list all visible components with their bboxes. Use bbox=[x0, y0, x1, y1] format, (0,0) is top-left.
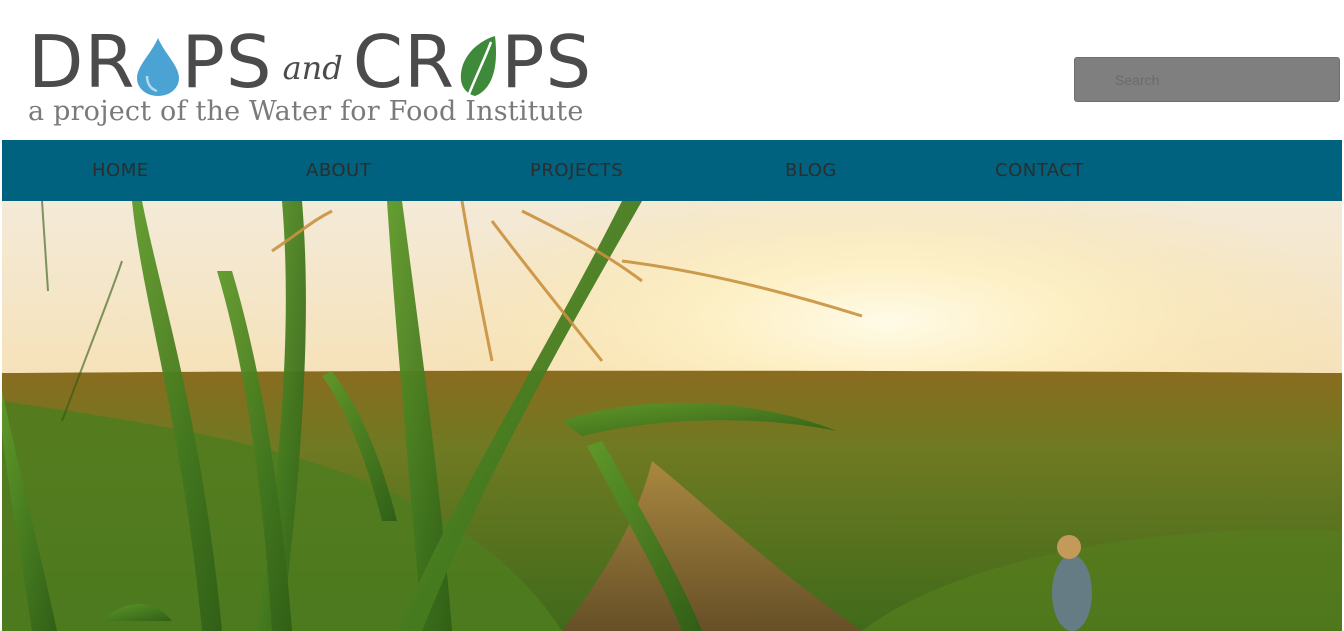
leaf-icon bbox=[460, 36, 497, 96]
nav-item-blog[interactable]: BLOG bbox=[785, 140, 837, 201]
main-nav: HOME ABOUT PROJECTS BLOG CONTACT bbox=[2, 140, 1342, 201]
logo-word-crops-start: CR bbox=[352, 20, 456, 104]
search-box bbox=[1074, 57, 1340, 102]
site-logo[interactable]: DR PS and CR PS a project of the Water f… bbox=[28, 18, 591, 133]
nav-item-contact[interactable]: CONTACT bbox=[995, 140, 1084, 201]
nav-item-home[interactable]: HOME bbox=[92, 140, 149, 201]
nav-item-projects[interactable]: PROJECTS bbox=[530, 140, 623, 201]
site-header: DR PS and CR PS a project of the Water f… bbox=[0, 0, 1344, 140]
logo-word-crops-end: PS bbox=[501, 20, 593, 104]
cornfield-sunset-photo bbox=[2, 201, 1342, 631]
water-drop-icon bbox=[137, 38, 180, 96]
nav-item-about[interactable]: ABOUT bbox=[306, 140, 371, 201]
logo-word-and: and bbox=[282, 49, 343, 87]
logo-word-drops-start: DR bbox=[28, 20, 136, 104]
page: DR PS and CR PS a project of the Water f… bbox=[0, 0, 1344, 631]
hero-banner bbox=[2, 201, 1342, 631]
search-input[interactable] bbox=[1075, 58, 1339, 101]
logo-wordmark: DR PS and CR PS bbox=[28, 26, 592, 98]
logo-tagline: a project of the Water for Food Institut… bbox=[28, 96, 584, 127]
logo-word-drops-end: PS bbox=[181, 20, 273, 104]
